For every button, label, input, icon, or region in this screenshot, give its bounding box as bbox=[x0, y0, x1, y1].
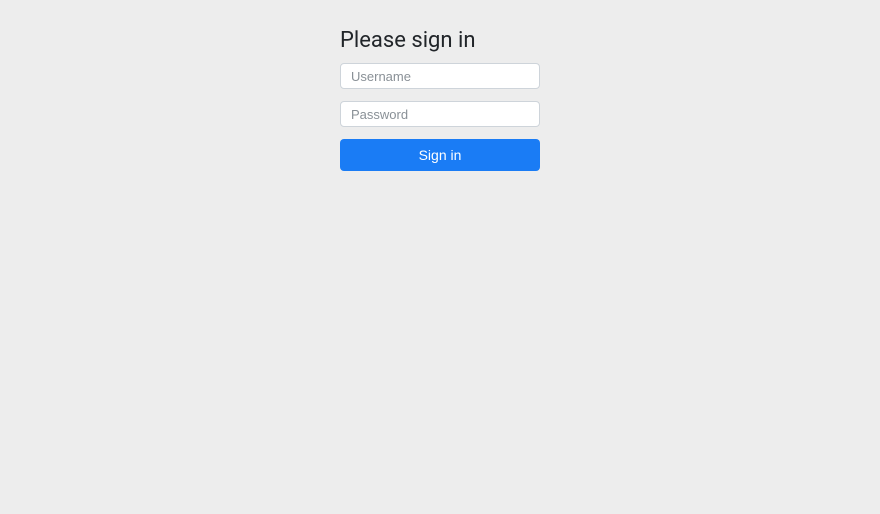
username-input[interactable] bbox=[340, 63, 540, 89]
signin-button[interactable]: Sign in bbox=[340, 139, 540, 171]
login-form: Please sign in Sign in bbox=[340, 28, 540, 514]
signin-heading: Please sign in bbox=[340, 28, 540, 53]
password-input[interactable] bbox=[340, 101, 540, 127]
